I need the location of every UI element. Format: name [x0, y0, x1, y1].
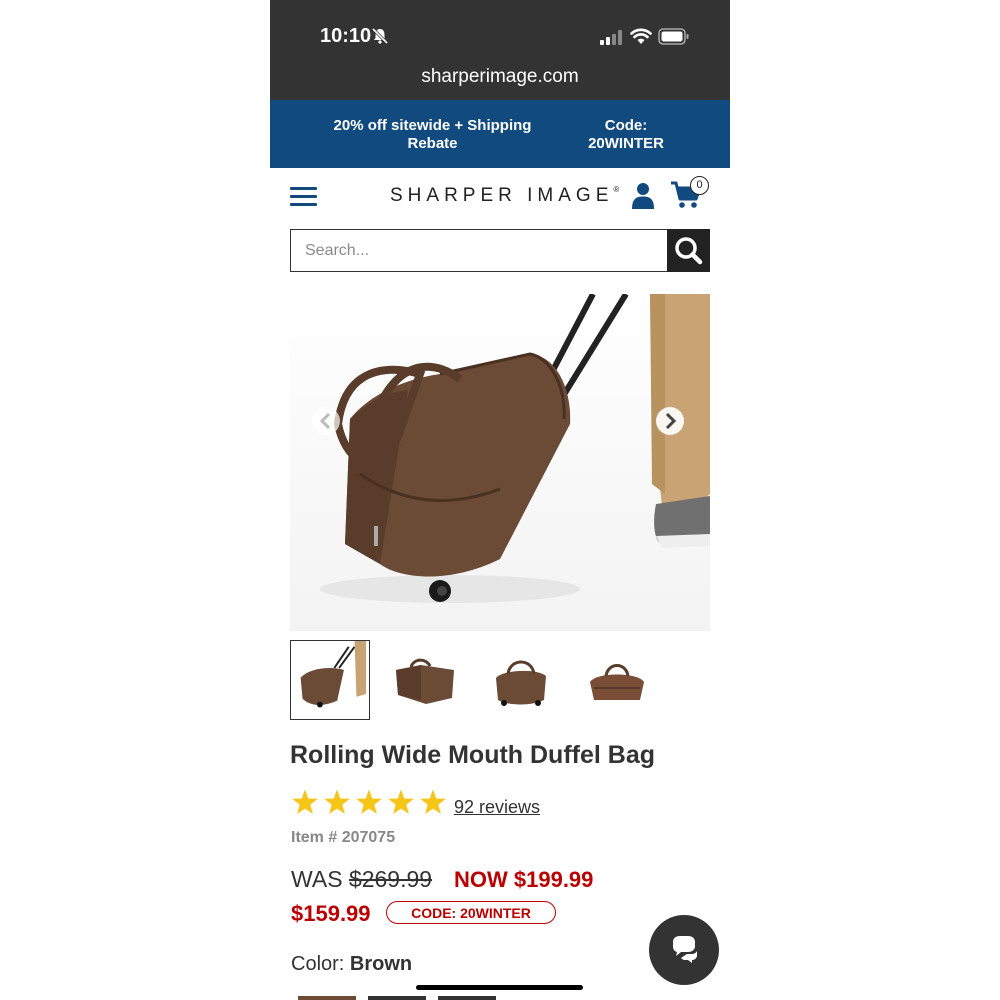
chat-button[interactable] [649, 915, 719, 985]
promo-code-badge: CODE: 20WINTER [386, 901, 556, 924]
phone-screen: 10:10 sharperimage.com 20% off sitewide … [270, 0, 730, 1000]
battery-icon [658, 28, 689, 45]
promo-code-text: Code: 20WINTER [588, 117, 664, 152]
star-icon [324, 789, 350, 814]
status-bar: 10:10 sharperimage.com [270, 0, 730, 100]
user-icon[interactable] [632, 182, 654, 210]
thumbnail-3[interactable] [482, 640, 562, 720]
star-icon [420, 789, 446, 814]
was-price: $269.99 [348, 866, 433, 892]
thumbnail-image [396, 658, 454, 704]
promo-offer-text: 20% off sitewide + Shipping Rebate [333, 117, 532, 152]
thumbnail-image [590, 664, 644, 700]
product-main-image[interactable] [290, 294, 710, 631]
home-indicator[interactable] [416, 985, 583, 990]
cart-count-badge: 0 [690, 176, 709, 195]
color-swatch-1[interactable] [298, 996, 356, 1000]
status-time: 10:10 [320, 25, 372, 47]
chevron-left-icon [319, 412, 331, 430]
search-icon [675, 237, 703, 265]
wifi-icon [630, 28, 652, 44]
item-number-label: Item # [291, 829, 338, 846]
logo-text: SHARPER IMAGE [390, 185, 614, 206]
was-price-line: WAS $269.99 [291, 866, 432, 893]
product-photo [320, 294, 710, 603]
item-number: Item # 207075 [291, 829, 395, 847]
item-number-value: 207075 [341, 829, 396, 846]
now-price: NOW $199.99 [454, 867, 594, 892]
was-label: WAS [291, 866, 343, 892]
chevron-right-icon [665, 412, 677, 430]
color-swatch-3[interactable] [438, 996, 496, 1000]
search-bar [290, 229, 710, 272]
thumbnail-1[interactable] [290, 640, 370, 720]
color-label: Color: [291, 953, 345, 975]
site-header: SHARPER IMAGE® 0 [270, 168, 730, 224]
thumbnail-image [300, 641, 367, 708]
signal-icon [600, 30, 622, 45]
color-value: Brown [349, 953, 413, 975]
bell-off-icon [371, 27, 389, 45]
logo-registered-mark: ® [613, 185, 620, 194]
thumbnail-strip [290, 640, 710, 720]
search-input[interactable] [290, 229, 668, 272]
reviews-link[interactable]: 92 reviews [454, 797, 540, 818]
color-swatch-2[interactable] [368, 996, 426, 1000]
thumbnail-4[interactable] [578, 640, 658, 720]
sale-price: $159.99 [291, 901, 371, 926]
next-image-button[interactable] [656, 407, 684, 435]
previous-image-button[interactable] [312, 407, 340, 435]
thumbnail-2[interactable] [386, 640, 466, 720]
search-button[interactable] [667, 229, 710, 272]
site-logo[interactable]: SHARPER IMAGE® [390, 185, 619, 207]
chat-icon [673, 936, 697, 963]
hamburger-icon[interactable] [290, 187, 317, 207]
thumbnail-image [496, 660, 546, 706]
star-icon [388, 789, 414, 814]
rating-stars[interactable] [291, 788, 451, 818]
star-icon [356, 789, 382, 814]
promo-banner[interactable]: 20% off sitewide + Shipping Rebate Code:… [270, 100, 730, 168]
product-title: Rolling Wide Mouth Duffel Bag [290, 741, 656, 769]
color-selector-label: Color: Brown [291, 953, 412, 976]
star-icon [292, 789, 318, 814]
browser-url[interactable]: sharperimage.com [270, 66, 730, 88]
